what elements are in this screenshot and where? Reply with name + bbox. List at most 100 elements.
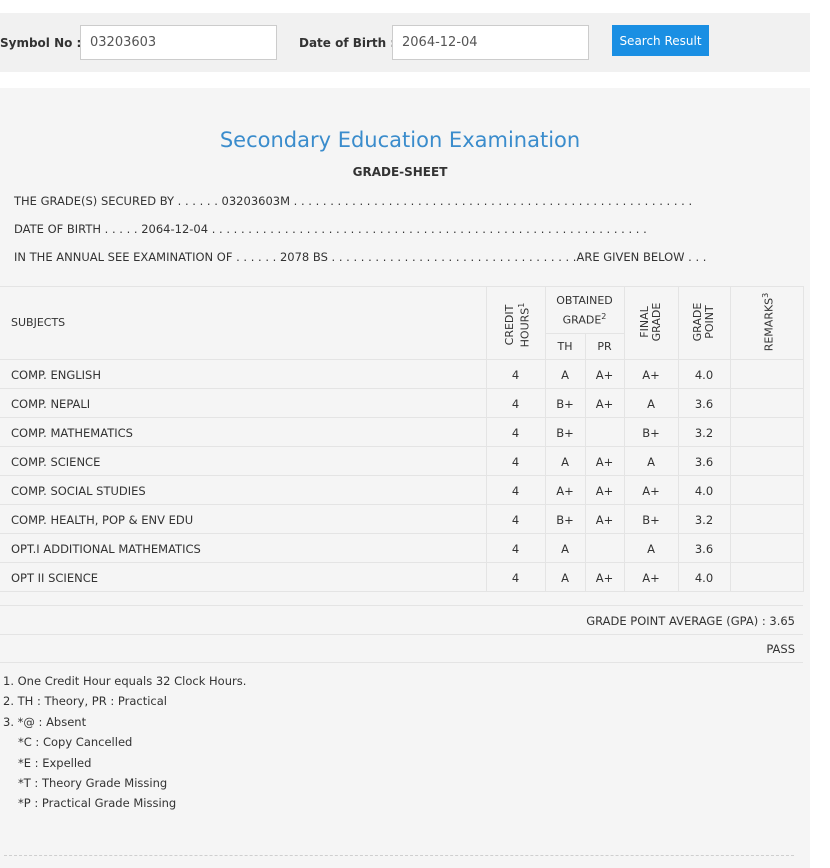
note-expelled: *E : Expelled <box>18 756 92 770</box>
dob-line: DATE OF BIRTH . . . . . 2064-12-04 . . .… <box>14 222 647 236</box>
exam-title: Secondary Education Examination <box>219 128 581 152</box>
obtained-grade-header: OBTAINED GRADE2 <box>545 293 624 329</box>
credit-hours-header: CREDIT HOURS1 <box>503 285 532 365</box>
final-grade-cell: B+ <box>642 513 660 527</box>
subject-name: COMP. ENGLISH <box>11 368 101 382</box>
grade-point-cell: 4.0 <box>694 368 714 382</box>
theory-grade-cell: B+ <box>556 426 574 440</box>
grade-point-header-line2: POINT <box>703 305 716 339</box>
footnote-marker: 1 <box>517 302 526 308</box>
dot-leader: . . . . . . . . . . . . . . . . . . . . … <box>290 194 693 208</box>
dob-label: Date of Birth : <box>299 36 396 50</box>
result-status: PASS <box>766 642 795 656</box>
credit-hours-cell: 4 <box>511 571 520 585</box>
remarks-header: REMARKS3 <box>760 282 776 362</box>
row-divider <box>0 475 803 476</box>
column-divider <box>730 286 731 592</box>
row-divider <box>0 562 803 563</box>
note-absent: 3. *@ : Absent <box>3 715 87 729</box>
grade-point-cell: 3.6 <box>694 542 714 556</box>
dot-leader: . . . . . . . . . . . . . . . . . . . . … <box>208 222 647 236</box>
practical-header: PR <box>597 340 612 353</box>
gpa-separator <box>0 605 803 606</box>
remarks-header-label: REMARKS <box>762 297 776 352</box>
given-below-text: ARE GIVEN BELOW . . . <box>576 250 707 264</box>
note-copy-cancelled: *C : Copy Cancelled <box>18 735 133 749</box>
row-divider <box>0 446 803 447</box>
theory-grade-cell: A <box>561 542 569 556</box>
obtained-grade-header-line2: GRADE <box>562 313 602 327</box>
credit-hours-cell: 4 <box>511 484 520 498</box>
secured-by-line: THE GRADE(S) SECURED BY . . . . . . 0320… <box>14 194 692 208</box>
final-grade-header: FINAL GRADE <box>638 292 663 352</box>
credit-hours-cell: 4 <box>511 542 520 556</box>
theory-grade-cell: A+ <box>556 484 574 498</box>
table-header-border <box>0 359 803 360</box>
dob-line-label: DATE OF BIRTH . . . . . <box>14 222 142 236</box>
table-top-border <box>0 286 803 287</box>
practical-grade-cell: A+ <box>595 513 614 527</box>
subject-name: OPT II SCIENCE <box>11 571 98 585</box>
credit-hours-cell: 4 <box>511 368 520 382</box>
search-result-button[interactable]: Search Result <box>612 25 709 56</box>
credit-hours-cell: 4 <box>511 455 520 469</box>
footnote-marker: 3 <box>761 292 770 298</box>
subject-name: COMP. MATHEMATICS <box>11 426 133 440</box>
symbol-label: Symbol No : <box>0 36 82 50</box>
final-grade-cell: A <box>647 455 655 469</box>
exam-year-label: IN THE ANNUAL SEE EXAMINATION OF . . . .… <box>14 250 280 264</box>
practical-grade-cell: A+ <box>595 397 614 411</box>
row-divider <box>0 388 803 389</box>
grade-point-cell: 3.2 <box>694 513 714 527</box>
dob-line-value: 2064-12-04 <box>141 222 209 236</box>
note-credit-hours: 1. One Credit Hour equals 32 Clock Hours… <box>3 674 247 688</box>
theory-grade-cell: A <box>561 455 569 469</box>
status-separator <box>0 634 803 635</box>
grade-point-cell: 3.6 <box>694 397 714 411</box>
dob-input[interactable] <box>392 25 589 60</box>
theory-grade-cell: A <box>561 571 569 585</box>
credit-hours-cell: 4 <box>511 426 520 440</box>
subject-name: COMP. SOCIAL STUDIES <box>11 484 146 498</box>
practical-grade-cell: A+ <box>595 368 614 382</box>
row-divider <box>0 417 803 418</box>
symbol-input[interactable] <box>80 25 277 60</box>
exam-year-value: 2078 BS <box>279 250 328 264</box>
row-divider <box>0 533 803 534</box>
credit-hours-header-line2: HOURS <box>518 307 532 348</box>
row-divider <box>0 591 803 592</box>
practical-grade-cell: A+ <box>595 571 614 585</box>
note-th-pr: 2. TH : Theory, PR : Practical <box>3 694 167 708</box>
subject-name: OPT.I ADDITIONAL MATHEMATICS <box>11 542 201 556</box>
theory-grade-cell: B+ <box>556 513 574 527</box>
practical-grade-cell: A+ <box>595 484 614 498</box>
grade-point-cell: 4.0 <box>694 571 714 585</box>
footnote-marker: 2 <box>601 312 607 321</box>
credit-hours-cell: 4 <box>511 513 520 527</box>
theory-grade-cell: B+ <box>556 397 574 411</box>
final-grade-cell: A+ <box>642 368 660 382</box>
final-grade-header-line2: GRADE <box>650 302 663 342</box>
gpa-value: GRADE POINT AVERAGE (GPA) : 3.65 <box>586 614 795 628</box>
symbol-number-value: 03203603M <box>221 194 291 208</box>
final-grade-cell: A <box>647 397 655 411</box>
subject-name: COMP. SCIENCE <box>11 455 101 469</box>
grade-point-header: GRADE POINT <box>691 292 716 352</box>
subjects-header: SUBJECTS <box>11 316 66 329</box>
grade-point-cell: 3.6 <box>694 455 714 469</box>
dot-leader: . . . . . . . . . . . . . . . . . . . . … <box>327 250 577 264</box>
theory-header: TH <box>557 340 573 353</box>
bottom-dashed-divider <box>4 855 794 856</box>
credit-hours-header-line1: CREDIT <box>503 304 516 346</box>
note-theory-missing: *T : Theory Grade Missing <box>18 776 168 790</box>
subject-name: COMP. NEPALI <box>11 397 91 411</box>
grade-sheet-heading: GRADE-SHEET <box>352 165 448 179</box>
final-grade-cell: A <box>647 542 655 556</box>
exam-year-line: IN THE ANNUAL SEE EXAMINATION OF . . . .… <box>14 250 706 264</box>
final-grade-cell: A+ <box>642 571 660 585</box>
note-practical-missing: *P : Practical Grade Missing <box>18 796 177 810</box>
obtained-grade-header-line1: OBTAINED <box>556 294 613 307</box>
credit-hours-cell: 4 <box>511 397 520 411</box>
practical-grade-cell: A+ <box>595 455 614 469</box>
final-grade-cell: A+ <box>642 484 660 498</box>
